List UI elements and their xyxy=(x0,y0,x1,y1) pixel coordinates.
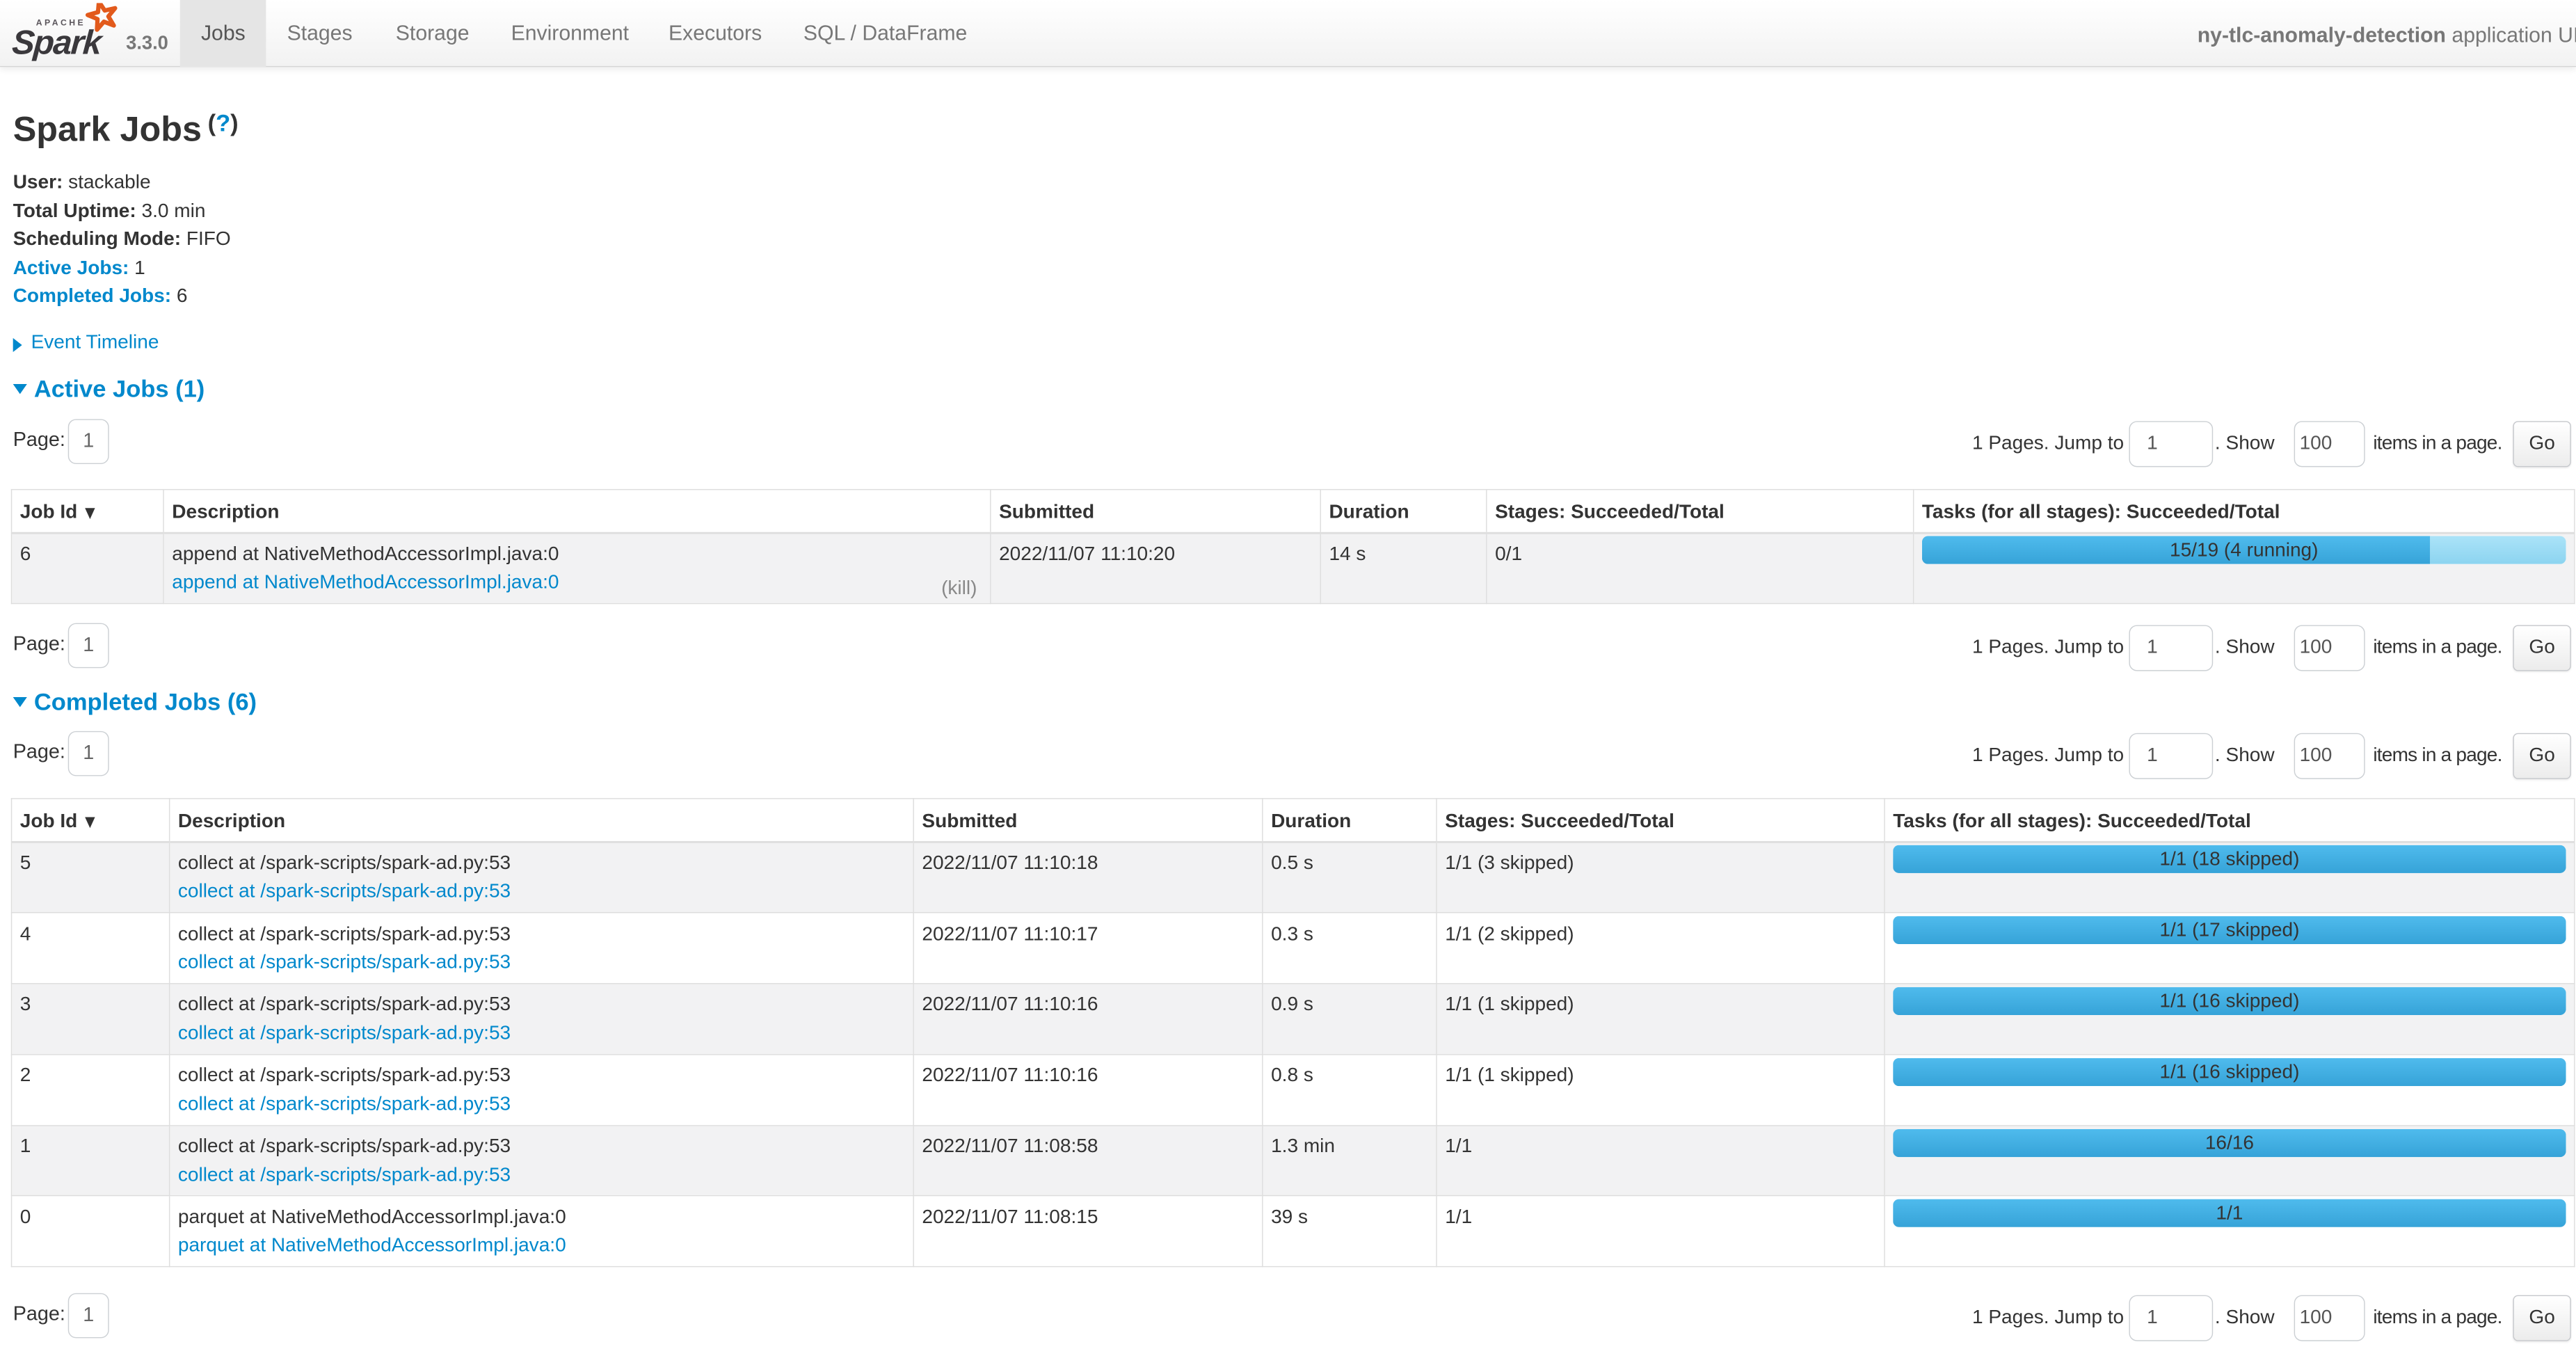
svg-text:Spark: Spark xyxy=(11,24,105,62)
